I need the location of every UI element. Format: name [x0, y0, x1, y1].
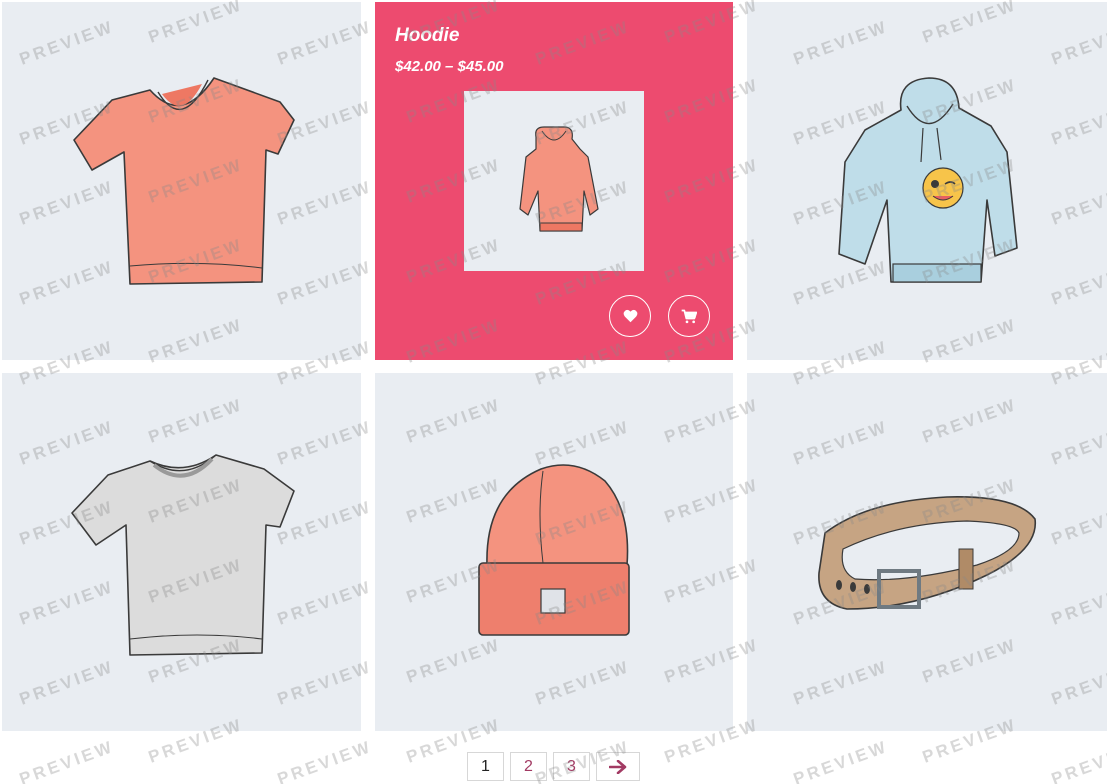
product-tile-hoodie[interactable]: Hoodie $42.00 – $45.00	[375, 2, 733, 360]
watermark-text: PREVIEW	[1049, 737, 1107, 784]
hoodie-emoji-image	[838, 77, 1018, 283]
tshirt-image	[71, 454, 295, 656]
next-page-button[interactable]	[596, 752, 640, 781]
cart-icon	[681, 309, 697, 323]
product-price: $42.00 – $45.00	[395, 58, 504, 75]
add-to-cart-button[interactable]	[668, 295, 710, 337]
page-1[interactable]: 1	[467, 752, 504, 781]
beanie-image	[478, 464, 630, 636]
watermark-text: PREVIEW	[791, 737, 891, 784]
product-tile-belt[interactable]	[747, 373, 1107, 731]
product-tile-vneck-tshirt[interactable]	[2, 2, 361, 360]
product-title[interactable]: Hoodie	[395, 25, 459, 47]
page-2-link[interactable]: 2	[510, 752, 547, 781]
page-3-link[interactable]: 3	[553, 752, 590, 781]
hoodie-thumbnail[interactable]	[464, 91, 644, 271]
wishlist-button[interactable]	[609, 295, 651, 337]
heart-icon	[623, 309, 637, 323]
watermark-text: PREVIEW	[17, 737, 117, 784]
product-tile-tshirt[interactable]	[2, 373, 361, 731]
pagination: 1 2 3	[467, 752, 640, 781]
vneck-tshirt-image	[73, 77, 295, 285]
belt-image	[818, 496, 1037, 610]
arrow-right-icon	[609, 759, 627, 774]
watermark-text: PREVIEW	[275, 737, 375, 784]
product-tile-hoodie-emoji[interactable]	[747, 2, 1107, 360]
product-tile-beanie[interactable]	[375, 373, 733, 731]
